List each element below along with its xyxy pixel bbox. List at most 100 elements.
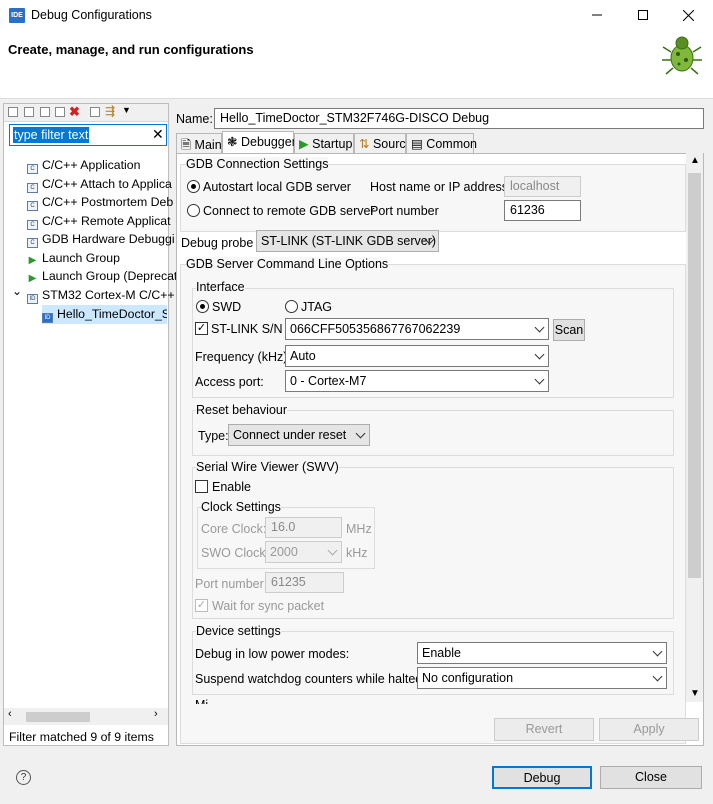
window-title: Debug Configurations [31, 8, 152, 22]
tree-item-label: C/C++ Application [42, 158, 141, 172]
chevron-down-icon [327, 545, 338, 556]
tree-item-label: Hello_TimeDoctor_ST [57, 307, 167, 321]
config-type-icon: C [27, 183, 38, 193]
config-type-icon: C [27, 201, 38, 211]
chevron-down-icon [652, 671, 663, 682]
autostart-radio[interactable] [187, 180, 200, 193]
wait-sync-label: Wait for sync packet [212, 599, 325, 613]
debug-probe-label: Debug probe [181, 236, 254, 250]
debug-button[interactable]: Debug [492, 766, 592, 789]
wait-sync-checkbox: ✓ [195, 599, 208, 612]
jtag-radio[interactable] [285, 300, 298, 313]
debug-probe-select[interactable]: ST-LINK (ST-LINK GDB server) [256, 230, 439, 252]
frequency-select[interactable]: Auto [285, 345, 549, 367]
port-input[interactable]: 61236 [504, 200, 581, 221]
config-name-input[interactable]: Hello_TimeDoctor_STM32F746G-DISCO Debug [214, 108, 704, 129]
vertical-scrollbar[interactable]: ▲ ▼ [686, 153, 703, 702]
chevron-down-icon [652, 646, 663, 657]
host-label: Host name or IP address [370, 180, 509, 194]
tab-main[interactable]: 🗎 Main [176, 133, 222, 153]
delete-icon[interactable]: ✖ [69, 104, 80, 120]
cut-off-label: Mi [195, 698, 208, 704]
tree-item[interactable]: C C/C++ Postmortem Deb [27, 193, 173, 212]
port-label: Port number [370, 204, 439, 218]
autostart-label: Autostart local GDB server [203, 180, 351, 194]
minimize-button[interactable] [574, 0, 619, 30]
duplicate-icon[interactable] [24, 107, 34, 117]
horizontal-scrollbar[interactable]: ‹ › [4, 708, 168, 725]
device-settings-title: Device settings [196, 624, 281, 638]
reset-type-select[interactable]: Connect under reset [228, 424, 370, 446]
new-config-icon[interactable] [8, 107, 18, 117]
tab-debugger[interactable]: ❃ Debugger [222, 131, 296, 153]
swv-title: Serial Wire Viewer (SWV) [196, 460, 339, 474]
copy-icon[interactable] [55, 107, 65, 117]
close-window-button[interactable] [666, 0, 711, 30]
interface-title: Interface [196, 280, 245, 294]
low-power-label: Debug in low power modes: [195, 647, 350, 661]
tree-item[interactable]: ID Hello_TimeDoctor_ST [42, 305, 167, 324]
chevron-down-icon [534, 349, 545, 360]
low-power-select[interactable]: Enable [417, 642, 667, 664]
collapse-all-icon[interactable] [90, 107, 100, 117]
jtag-label: JTAG [301, 300, 333, 314]
debugger-tab-icon: ❃ [227, 135, 238, 149]
config-type-icon: C [27, 220, 38, 230]
swv-enable-checkbox[interactable] [195, 480, 208, 493]
scroll-down-icon[interactable]: ▼ [690, 688, 700, 699]
host-input: localhost [504, 176, 581, 197]
tab-startup[interactable]: ▶ Startup [294, 133, 354, 153]
swo-clock-select: 2000 [265, 541, 342, 563]
swd-radio[interactable] [196, 300, 209, 313]
tree-item[interactable]: ⌄ ID STM32 Cortex-M C/C++ [12, 284, 175, 305]
tab-common[interactable]: ▤ Common [406, 133, 477, 153]
tree-item[interactable]: C C/C++ Remote Applicat [27, 212, 171, 231]
expand-toggle-icon[interactable]: ⌄ [12, 282, 22, 300]
gdb-connection-group [180, 164, 686, 232]
stlink-sn-checkbox[interactable]: ✓ [195, 322, 208, 335]
chevron-down-icon [534, 322, 545, 333]
gdb-connection-title: GDB Connection Settings [186, 157, 329, 171]
minimize-icon [591, 14, 602, 16]
scroll-left-icon[interactable]: ‹ [8, 708, 12, 720]
clear-filter-icon[interactable]: ✕ [152, 126, 164, 143]
scan-button[interactable]: Scan [553, 319, 585, 341]
swv-port-input: 61235 [265, 572, 344, 593]
tree-item[interactable]: C C/C++ Attach to Applica [27, 175, 172, 194]
close-button[interactable]: Close [600, 766, 702, 789]
watchdog-select[interactable]: No configuration [417, 667, 667, 689]
tree-item[interactable]: C C/C++ Application [27, 156, 140, 175]
filter-icon[interactable]: ⇶ [105, 104, 115, 118]
scroll-right-icon[interactable]: › [154, 708, 158, 720]
scroll-thumb[interactable] [26, 712, 90, 722]
revert-button[interactable]: Revert [494, 718, 594, 741]
gdb-server-options-title: GDB Server Command Line Options [186, 257, 389, 271]
apply-button[interactable]: Apply [599, 718, 699, 741]
watchdog-label: Suspend watchdog counters while halted: [195, 672, 426, 686]
chevron-down-icon[interactable]: ▼ [122, 105, 131, 115]
tree-item-label: C/C++ Attach to Applica [42, 177, 172, 191]
export-icon[interactable] [40, 107, 50, 117]
title-bar: IDE Debug Configurations [0, 0, 713, 30]
access-port-select[interactable]: 0 - Cortex-M7 [285, 370, 549, 392]
tree-item[interactable]: ▶ Launch Group [27, 249, 120, 268]
core-clock-unit: MHz [346, 522, 372, 536]
scroll-up-icon[interactable]: ▲ [690, 155, 700, 166]
config-type-icon: ID [42, 313, 53, 323]
header-title: Create, manage, and run configurations [8, 42, 254, 57]
connect-remote-radio[interactable] [187, 204, 200, 217]
maximize-button[interactable] [620, 0, 665, 30]
swd-label: SWD [212, 300, 242, 314]
main-tab-icon: 🗎 [181, 138, 192, 152]
scroll-thumb[interactable] [688, 173, 701, 578]
config-type-icon: ▶ [28, 273, 37, 284]
tree-item[interactable]: C GDB Hardware Debuggi [27, 230, 175, 249]
stlink-sn-select[interactable]: 066CFF505356867767062239 [285, 318, 549, 340]
tree-item[interactable]: ▶ Launch Group (Deprecat [27, 267, 178, 286]
config-type-icon: C [27, 164, 38, 174]
filter-input[interactable]: type filter text ✕ [9, 124, 167, 146]
tab-source[interactable]: ⇅ Source [354, 133, 413, 153]
help-icon[interactable]: ? [16, 770, 31, 785]
filter-placeholder[interactable]: type filter text [13, 127, 90, 143]
tree-item-label: C/C++ Postmortem Deb [42, 195, 174, 209]
